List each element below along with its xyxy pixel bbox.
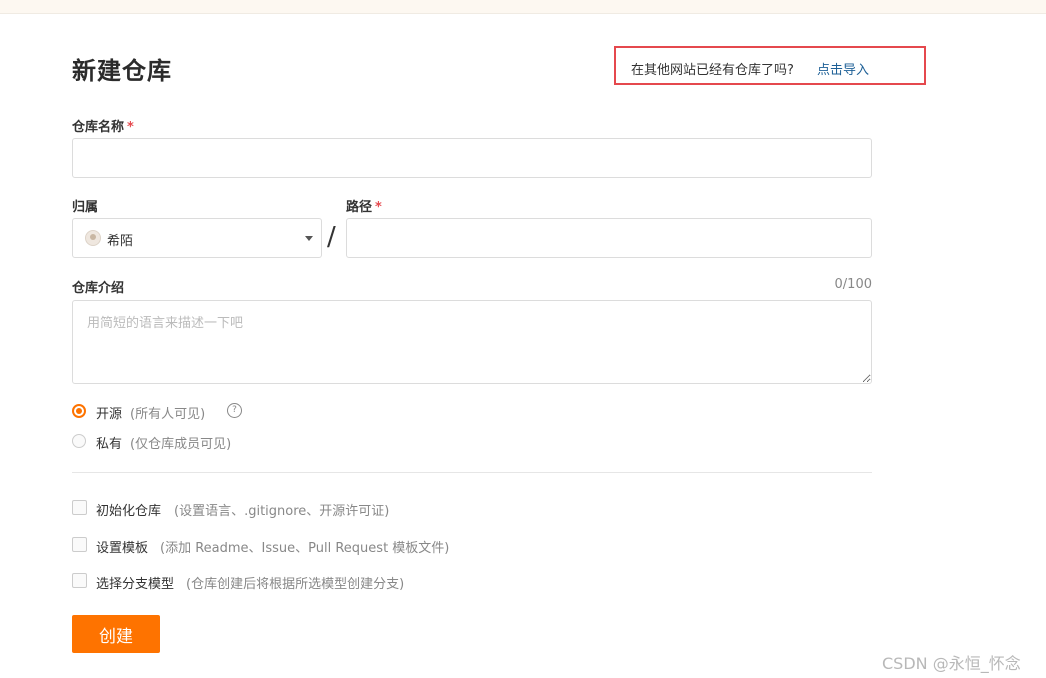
visibility-label: 开源 — [96, 407, 123, 422]
required-mark: * — [375, 200, 382, 215]
option-label: 初始化仓库 — [96, 504, 162, 519]
import-link[interactable]: 点击导入 — [817, 59, 869, 78]
watermark: CSDN @永恒_怀念 — [882, 654, 1021, 673]
visibility-hint: (仅仓库成员可见) — [130, 437, 232, 452]
page-title: 新建仓库 — [72, 57, 172, 85]
path-separator: / — [327, 222, 336, 252]
radio-button-unchecked[interactable] — [72, 434, 86, 448]
option-label: 设置模板 — [96, 541, 149, 556]
section-divider — [72, 472, 872, 473]
path-label: 路径 * — [346, 196, 382, 215]
description-textarea[interactable] — [72, 300, 872, 384]
import-callout: 在其他网站已经有仓库了吗? 点击导入 — [614, 46, 926, 85]
checkbox[interactable] — [72, 573, 87, 588]
option-templates[interactable]: 设置模板 (添加 Readme、Issue、Pull Request 模板文件) — [72, 536, 512, 556]
option-hint: (添加 Readme、Issue、Pull Request 模板文件) — [160, 541, 450, 556]
visibility-option-private[interactable]: 私有 (仅仓库成员可见) — [72, 432, 272, 452]
caret-down-icon — [305, 236, 313, 241]
option-hint: (仓库创建后将根据所选模型创建分支) — [186, 577, 405, 592]
required-mark: * — [127, 120, 134, 135]
path-label-text: 路径 — [346, 200, 373, 215]
visibility-hint: (所有人可见) — [130, 407, 206, 422]
path-input[interactable] — [346, 218, 872, 258]
description-label: 仓库介绍 — [72, 281, 125, 296]
repo-name-input[interactable] — [72, 138, 872, 178]
option-label: 选择分支模型 — [96, 577, 175, 592]
visibility-option-public[interactable]: 开源 (所有人可见) ? — [72, 402, 252, 422]
visibility-label: 私有 — [96, 437, 123, 452]
owner-select[interactable]: 希陌 — [72, 218, 322, 258]
owner-label: 归属 — [72, 200, 99, 215]
option-branch-model[interactable]: 选择分支模型 (仓库创建后将根据所选模型创建分支) — [72, 572, 492, 592]
repo-name-label-text: 仓库名称 — [72, 120, 125, 135]
description-char-counter: 0/100 — [834, 277, 872, 292]
radio-button-checked[interactable] — [72, 404, 86, 418]
checkbox[interactable] — [72, 500, 87, 515]
create-button[interactable]: 创建 — [72, 615, 160, 653]
avatar — [85, 230, 101, 246]
question-circle-icon[interactable]: ? — [227, 403, 242, 418]
owner-selected-value: 希陌 — [107, 234, 134, 249]
top-bar — [0, 0, 1046, 14]
option-hint: (设置语言、.gitignore、开源许可证) — [174, 504, 390, 519]
repo-name-label: 仓库名称 * — [72, 116, 134, 135]
import-prompt: 在其他网站已经有仓库了吗? — [631, 63, 794, 78]
option-init-repo[interactable]: 初始化仓库 (设置语言、.gitignore、开源许可证) — [72, 499, 472, 519]
checkbox[interactable] — [72, 537, 87, 552]
